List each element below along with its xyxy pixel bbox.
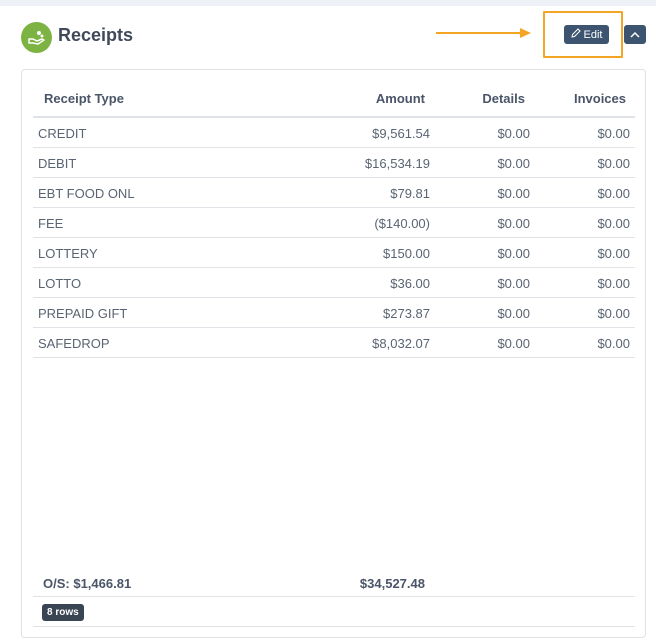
pencil-icon xyxy=(570,28,581,41)
chevron-up-icon xyxy=(630,31,640,38)
invoices-cell: $0.00 xyxy=(597,126,630,141)
column-header-details[interactable]: Details xyxy=(482,91,525,106)
row-count-badge: 8 rows xyxy=(42,604,84,621)
amount-cell: $16,534.19 xyxy=(364,156,430,171)
invoices-cell: $0.00 xyxy=(597,336,630,351)
column-header-invoices[interactable]: Invoices xyxy=(574,91,626,106)
details-cell: $0.00 xyxy=(497,246,530,261)
edit-button-label: Edit xyxy=(583,28,603,41)
details-cell: $0.00 xyxy=(497,276,530,291)
invoices-cell: $0.00 xyxy=(597,216,630,231)
receipt-type-cell: CREDIT xyxy=(38,126,87,141)
collapse-button[interactable] xyxy=(624,25,646,44)
receipt-type-cell: EBT FOOD ONL xyxy=(38,186,135,201)
receipts-panel: Receipts Edit Receipt Type Amount Detail… xyxy=(0,6,656,641)
amount-cell: $36.00 xyxy=(390,276,430,291)
table-row[interactable]: SAFEDROP $8,032.07 $0.00 $0.00 xyxy=(33,328,635,358)
money-hand-icon xyxy=(21,22,52,53)
invoices-cell: $0.00 xyxy=(597,186,630,201)
amount-cell: $9,561.54 xyxy=(372,126,430,141)
details-cell: $0.00 xyxy=(497,216,530,231)
amount-cell: $8,032.07 xyxy=(372,336,430,351)
edit-button[interactable]: Edit xyxy=(564,25,609,44)
column-header-receipt-type[interactable]: Receipt Type xyxy=(44,91,124,106)
table-header: Receipt Type Amount Details Invoices xyxy=(33,84,635,118)
table-row[interactable]: FEE ($140.00) $0.00 $0.00 xyxy=(33,208,635,238)
page-title: Receipts xyxy=(58,25,134,45)
column-header-amount[interactable]: Amount xyxy=(376,91,425,106)
table-footer: O/S: $1,466.81 $34,527.48 xyxy=(33,571,635,597)
amount-cell: ($140.00) xyxy=(374,216,430,231)
receipt-type-cell: LOTTO xyxy=(38,276,82,291)
receipts-table-card: Receipt Type Amount Details Invoices CRE… xyxy=(21,69,646,638)
invoices-cell: $0.00 xyxy=(597,156,630,171)
divider xyxy=(33,626,635,627)
invoices-cell: $0.00 xyxy=(597,246,630,261)
amount-total: $34,527.48 xyxy=(359,576,425,591)
details-cell: $0.00 xyxy=(497,156,530,171)
table-row[interactable]: CREDIT $9,561.54 $0.00 $0.00 xyxy=(33,118,635,148)
table-row[interactable]: EBT FOOD ONL $79.81 $0.00 $0.00 xyxy=(33,178,635,208)
details-cell: $0.00 xyxy=(497,336,530,351)
invoices-cell: $0.00 xyxy=(597,276,630,291)
table-row[interactable]: LOTTERY $150.00 $0.00 $0.00 xyxy=(33,238,635,268)
amount-cell: $273.87 xyxy=(383,306,430,321)
details-cell: $0.00 xyxy=(497,186,530,201)
table-row[interactable]: PREPAID GIFT $273.87 $0.00 $0.00 xyxy=(33,298,635,328)
receipt-type-cell: FEE xyxy=(38,216,64,231)
amount-cell: $79.81 xyxy=(390,186,430,201)
details-cell: $0.00 xyxy=(497,306,530,321)
outstanding-total: O/S: $1,466.81 xyxy=(43,576,132,591)
receipt-type-cell: PREPAID GIFT xyxy=(38,306,128,321)
details-cell: $0.00 xyxy=(497,126,530,141)
table-row[interactable]: LOTTO $36.00 $0.00 $0.00 xyxy=(33,268,635,298)
arrow-pointer-icon xyxy=(436,28,531,38)
receipt-type-cell: LOTTERY xyxy=(38,246,98,261)
amount-cell: $150.00 xyxy=(383,246,430,261)
table-row[interactable]: DEBIT $16,534.19 $0.00 $0.00 xyxy=(33,148,635,178)
receipt-type-cell: SAFEDROP xyxy=(38,336,110,351)
receipt-type-cell: DEBIT xyxy=(38,156,77,171)
invoices-cell: $0.00 xyxy=(597,306,630,321)
